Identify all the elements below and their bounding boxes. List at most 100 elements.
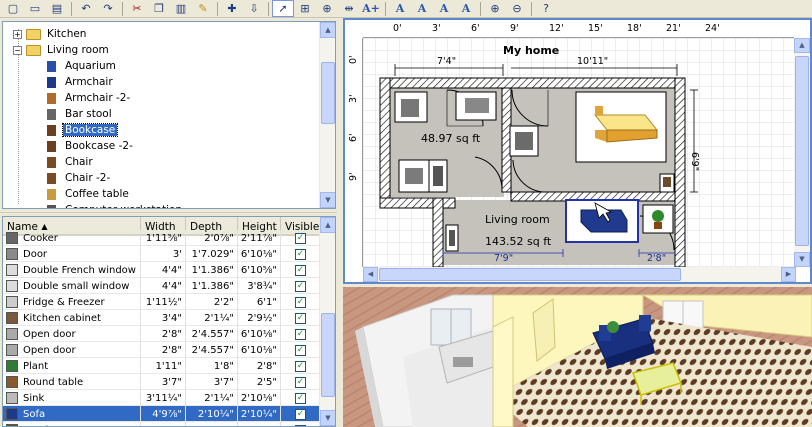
- cell-name: Round table: [3, 374, 141, 390]
- text-style-1-button[interactable]: A: [389, 0, 411, 17]
- visible-checkbox[interactable]: ✓: [295, 376, 306, 388]
- catalog-item[interactable]: Coffee table: [3, 186, 321, 202]
- visible-checkbox[interactable]: ✓: [295, 312, 306, 324]
- visible-checkbox[interactable]: ✓: [295, 328, 306, 340]
- horizontal-splitter[interactable]: [0, 209, 340, 216]
- scroll-up-arrow-icon[interactable]: ▲: [794, 38, 810, 53]
- visible-checkbox[interactable]: ✓: [295, 344, 306, 356]
- text-style-4-button[interactable]: A: [455, 0, 477, 17]
- create-rooms-button[interactable]: ⊕: [316, 0, 338, 17]
- cell-name: Open door: [3, 326, 141, 342]
- catalog-item[interactable]: Armchair -2-: [3, 90, 321, 106]
- wall-left[interactable]: [379, 77, 391, 209]
- home-furniture-table[interactable]: Name ▲ Width Depth Height Visible Cooker…: [2, 216, 336, 427]
- scroll-down-arrow-icon[interactable]: ▼: [320, 410, 335, 426]
- wall-right[interactable]: [674, 77, 686, 268]
- plan-vertical-scrollbar[interactable]: ▲ ▼: [794, 38, 810, 267]
- catalog-item[interactable]: Chair -2-: [3, 170, 321, 186]
- cell-depth: 2'2": [186, 294, 238, 310]
- table-row[interactable]: Sink 3'11¼" 2'1¼" 2'10⅛" ✓: [3, 390, 321, 406]
- catalog-item[interactable]: Armchair: [3, 74, 321, 90]
- 3d-view[interactable]: [343, 287, 812, 427]
- visible-checkbox[interactable]: ✓: [295, 280, 306, 292]
- catalog-item[interactable]: Bookcase: [3, 122, 321, 138]
- import-furniture-button[interactable]: ⇩: [243, 0, 265, 17]
- cell-visible: ✓: [281, 246, 321, 262]
- table-row[interactable]: Open door 2'8" 2'4.557" 6'10⅛" ✓: [3, 326, 321, 342]
- catalog-scroll-thumb[interactable]: [321, 62, 335, 124]
- zoom-in-button[interactable]: ⊕: [484, 0, 506, 17]
- expand-icon[interactable]: +: [13, 29, 22, 39]
- collapse-icon[interactable]: −: [13, 45, 22, 55]
- add-text-button[interactable]: A+: [360, 0, 382, 17]
- table-row[interactable]: Plant 1'11" 1'8" 2'8" ✓: [3, 358, 321, 374]
- text-style-2-button[interactable]: A: [411, 0, 433, 17]
- visible-checkbox[interactable]: ✓: [295, 232, 306, 244]
- text-style-3-button[interactable]: A: [433, 0, 455, 17]
- table-row[interactable]: Round table 3'7" 3'7" 2'5" ✓: [3, 374, 321, 390]
- plan-hscroll-thumb[interactable]: [379, 268, 681, 281]
- open-button[interactable]: ▭: [24, 0, 46, 17]
- cell-name: Stool: [3, 422, 141, 426]
- cut-button[interactable]: ✂: [126, 0, 148, 17]
- table-row[interactable]: Kitchen cabinet 3'4" 2'1¼" 2'9½" ✓: [3, 310, 321, 326]
- visible-checkbox[interactable]: ✓: [295, 296, 306, 308]
- plan-vscroll-thumb[interactable]: [795, 56, 809, 246]
- zoom-out-button[interactable]: ⊖: [506, 0, 528, 17]
- table-row[interactable]: Fridge & Freezer 1'11½" 2'2" 6'1" ✓: [3, 294, 321, 310]
- wall-kitchen-bottom[interactable]: [379, 197, 456, 209]
- scroll-up-arrow-icon[interactable]: ▲: [320, 217, 335, 233]
- wall-living-left[interactable]: [432, 197, 444, 268]
- catalog-scrollbar[interactable]: ▲ ▼: [319, 22, 335, 208]
- sweet-home-3d-window: ▢ ▭ ▤ ↶ ↷ ✂ ❐ ▥ ✎ ✚ ⇩ ➚ ⊞ ⊕ ⇹ A+ A A A A ⊕ ⊖? + Kitchen − Living…: [0, 0, 812, 427]
- plan-horizontal-scrollbar[interactable]: ◀ ▶: [363, 267, 796, 282]
- table-row[interactable]: Double small window 4'4" 1'1.386" 3'8¾" ✓: [3, 278, 321, 294]
- plan-view[interactable]: 0' 3' 6' 9' 12' 15' 18' 21' 24' 0' 3' 6' 9' My home…: [343, 18, 812, 284]
- catalog-category[interactable]: + Kitchen: [3, 26, 321, 42]
- table-row[interactable]: Sofa 4'9⅞" 2'10¼" 2'10¼" ✓: [3, 406, 321, 422]
- select-mode-button[interactable]: ➚: [272, 0, 294, 17]
- cell-width: 1'11½": [141, 294, 186, 310]
- visible-checkbox[interactable]: ✓: [295, 248, 306, 260]
- scroll-right-arrow-icon[interactable]: ▶: [781, 267, 796, 282]
- copy-button[interactable]: ❐: [148, 0, 170, 17]
- catalog-item[interactable]: Aquarium: [3, 58, 321, 74]
- new-home-button[interactable]: ▢: [2, 0, 24, 17]
- table-row[interactable]: Door 3' 1'7.029" 6'10⅛" ✓: [3, 246, 321, 262]
- furniture-scroll-thumb[interactable]: [321, 313, 335, 397]
- clear-button[interactable]: ✎: [192, 0, 214, 17]
- scroll-down-arrow-icon[interactable]: ▼: [320, 192, 335, 208]
- visible-checkbox[interactable]: ✓: [295, 264, 306, 276]
- catalog-category[interactable]: − Living room: [3, 42, 321, 58]
- paste-button[interactable]: ▥: [170, 0, 192, 17]
- table-row[interactable]: Stool1'6"1'6"1'6"✓: [3, 422, 321, 426]
- catalog-item[interactable]: Computer workstation: [3, 202, 321, 208]
- catalog-item[interactable]: Bookcase -2-: [3, 138, 321, 154]
- save-button[interactable]: ▤: [46, 0, 68, 17]
- help-button[interactable]: ?: [535, 0, 557, 17]
- catalog-item[interactable]: Chair: [3, 154, 321, 170]
- scroll-up-arrow-icon[interactable]: ▲: [320, 22, 335, 38]
- add-furniture-button[interactable]: ✚: [221, 0, 243, 17]
- dimension-top-left: 7'4": [437, 56, 457, 67]
- redo-button[interactable]: ↷: [97, 0, 119, 17]
- ruler-tick-label: 3': [432, 23, 441, 34]
- create-dimensions-button[interactable]: ⇹: [338, 0, 360, 17]
- visible-checkbox[interactable]: ✓: [295, 408, 306, 420]
- undo-button[interactable]: ↶: [75, 0, 97, 17]
- table-row[interactable]: Open door 2'8" 2'4.557" 6'10⅛" ✓: [3, 342, 321, 358]
- visible-checkbox[interactable]: ✓: [295, 392, 306, 404]
- table-row[interactable]: Cooker 1'11⅝" 2'0⅞" 2'11⅞" ✓: [3, 230, 321, 246]
- visible-checkbox[interactable]: ✓: [295, 360, 306, 372]
- furniture-name: Double French window: [23, 264, 136, 276]
- furniture-table-scrollbar[interactable]: ▲ ▼: [319, 217, 335, 426]
- catalog-item[interactable]: Bar stool: [3, 106, 321, 122]
- create-walls-button[interactable]: ⊞: [294, 0, 316, 17]
- cell-depth: 2'0⅞": [186, 230, 238, 246]
- scroll-down-arrow-icon[interactable]: ▼: [794, 252, 810, 267]
- living-room-room[interactable]: [443, 200, 676, 265]
- furniture-catalog-tree[interactable]: + Kitchen − Living room Aquarium Armchair Armc…: [2, 21, 336, 209]
- wall-top[interactable]: [379, 77, 686, 89]
- scroll-left-arrow-icon[interactable]: ◀: [363, 267, 378, 282]
- table-row[interactable]: Double French window 4'4" 1'1.386" 6'10⅝" ✓: [3, 262, 321, 278]
